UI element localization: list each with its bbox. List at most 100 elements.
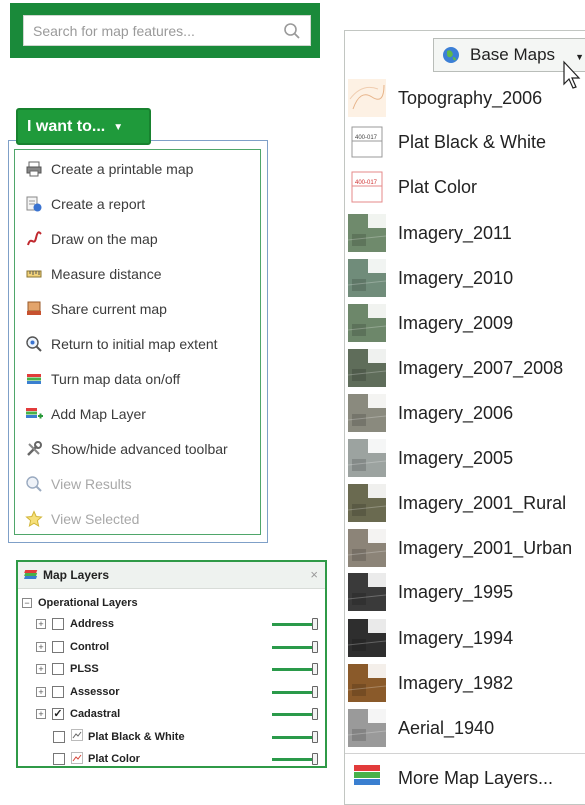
- base-map-item[interactable]: Imagery_2005: [345, 438, 585, 478]
- layer-row[interactable]: Plat Black & White: [53, 729, 185, 745]
- menu-item[interactable]: Draw on the map: [25, 228, 158, 250]
- operational-layers-group[interactable]: − Operational Layers: [22, 595, 138, 611]
- opacity-slider[interactable]: [272, 685, 318, 698]
- base-map-label: Imagery_2006: [398, 402, 514, 423]
- slider-track: [272, 668, 314, 671]
- draw-icon: [25, 230, 43, 248]
- layer-row[interactable]: + PLSS: [36, 661, 99, 677]
- base-map-item[interactable]: Imagery_2001_Urban: [345, 528, 585, 568]
- base-map-thumbnail: [347, 709, 387, 747]
- base-map-thumbnail: [348, 79, 386, 117]
- layer-checkbox[interactable]: [53, 753, 65, 765]
- slider-handle[interactable]: [312, 618, 318, 630]
- close-icon[interactable]: ×: [310, 567, 318, 582]
- menu-item[interactable]: Create a printable map: [25, 158, 193, 180]
- base-map-item[interactable]: Aerial_1940: [345, 708, 585, 748]
- base-map-item[interactable]: 400-017 Plat Black & White: [345, 122, 585, 162]
- base-map-thumbnail: 400-017: [348, 168, 386, 206]
- slider-track: [272, 645, 314, 649]
- menu-item-label: Create a report: [51, 196, 146, 212]
- slider-track: [272, 690, 314, 694]
- base-map-label: Imagery_2011: [398, 222, 512, 243]
- base-map-label: Imagery_2001_Urban: [398, 537, 573, 558]
- base-map-thumbnail: 400-017: [348, 123, 386, 161]
- menu-item-label: Turn map data on/off: [51, 371, 181, 387]
- menu-item[interactable]: View Selected: [25, 508, 139, 530]
- base-map-label: Topography_2006: [398, 87, 543, 108]
- base-map-item[interactable]: Imagery_2001_Rural: [345, 483, 585, 523]
- opacity-slider[interactable]: [272, 618, 318, 630]
- opacity-slider[interactable]: [272, 708, 318, 720]
- menu-item-label: Draw on the map: [51, 231, 158, 247]
- slider-handle[interactable]: [312, 685, 318, 698]
- i-want-to-button[interactable]: I want to... ▼: [16, 108, 151, 145]
- layer-row[interactable]: + Assessor: [36, 684, 120, 700]
- layer-checkbox[interactable]: ✓: [52, 708, 64, 720]
- base-map-thumbnail: [347, 394, 387, 432]
- layers-icon: [348, 759, 386, 797]
- base-map-label: Imagery_2007_2008: [398, 357, 564, 378]
- opacity-slider[interactable]: [272, 663, 318, 675]
- slider-handle[interactable]: [312, 663, 318, 675]
- base-map-thumbnail: [347, 529, 387, 567]
- opacity-slider[interactable]: [272, 640, 318, 653]
- layer-row[interactable]: + Address: [36, 616, 114, 632]
- expand-icon[interactable]: +: [36, 686, 46, 697]
- base-map-item[interactable]: Topography_2006: [345, 78, 585, 118]
- menu-item[interactable]: Measure distance: [25, 263, 162, 285]
- base-map-thumbnail: [347, 259, 387, 297]
- base-map-item[interactable]: Imagery_2007_2008: [345, 348, 585, 388]
- more-map-layers-label: More Map Layers...: [398, 767, 554, 788]
- layer-checkbox[interactable]: [53, 730, 65, 743]
- base-map-item[interactable]: Imagery_2011: [345, 213, 585, 253]
- layer-checkbox[interactable]: [52, 663, 64, 675]
- layer-row[interactable]: + Control: [36, 639, 109, 655]
- expand-icon[interactable]: +: [36, 664, 46, 674]
- menu-item[interactable]: Create a report: [25, 193, 145, 215]
- chevron-down-icon: ▼: [113, 122, 124, 133]
- slider-handle[interactable]: [312, 753, 318, 765]
- menu-item[interactable]: Turn map data on/off: [25, 368, 180, 390]
- collapse-icon[interactable]: −: [22, 598, 32, 608]
- layer-checkbox[interactable]: [52, 618, 64, 630]
- base-map-item[interactable]: Imagery_1982: [345, 663, 585, 703]
- layer-checkbox[interactable]: [52, 685, 64, 698]
- opacity-slider[interactable]: [272, 730, 318, 743]
- menu-item[interactable]: Show/hide advanced toolbar: [25, 438, 228, 460]
- menu-item[interactable]: Share current map: [25, 298, 167, 320]
- opacity-slider[interactable]: [272, 753, 318, 765]
- layer-row[interactable]: + ✓ Cadastral: [36, 706, 120, 722]
- base-map-item[interactable]: Imagery_2006: [345, 393, 585, 433]
- slider-handle[interactable]: [312, 730, 318, 743]
- i-want-to-menu: Create a printable map Create a report Dra…: [8, 140, 268, 543]
- expand-icon[interactable]: +: [36, 709, 46, 719]
- slider-handle[interactable]: [312, 708, 318, 720]
- slider-handle[interactable]: [312, 640, 318, 653]
- menu-item[interactable]: Return to initial map extent: [25, 333, 218, 355]
- base-map-thumbnail: [347, 349, 387, 387]
- more-map-layers-item[interactable]: More Map Layers...: [345, 758, 585, 798]
- layer-label: Assessor: [70, 685, 120, 698]
- base-map-item[interactable]: Imagery_1995: [345, 572, 585, 612]
- expand-icon[interactable]: +: [36, 619, 46, 629]
- base-map-item[interactable]: 400-017 Plat Color: [345, 167, 585, 207]
- menu-item[interactable]: View Results: [25, 473, 132, 495]
- layer-label: Plat Color: [88, 753, 140, 765]
- base-map-item[interactable]: Imagery_2010: [345, 258, 585, 298]
- layer-checkbox[interactable]: [52, 640, 64, 653]
- report-icon: [25, 195, 43, 213]
- layer-row[interactable]: Plat Color: [53, 751, 140, 767]
- divider: [345, 753, 585, 754]
- menu-item-label: Add Map Layer: [51, 406, 146, 422]
- expand-icon[interactable]: +: [36, 641, 46, 652]
- base-map-thumbnail: [347, 484, 387, 522]
- map-layers-panel: Map Layers × − Operational Layers + Addre…: [16, 560, 327, 768]
- search-input[interactable]: [24, 16, 274, 45]
- menu-item-label: View Results: [51, 476, 132, 492]
- layer-label: PLSS: [70, 663, 99, 675]
- search-icon[interactable]: [283, 22, 301, 40]
- base-map-item[interactable]: Imagery_2009: [345, 303, 585, 343]
- menu-item[interactable]: Add Map Layer: [25, 403, 146, 425]
- base-map-item[interactable]: Imagery_1994: [345, 618, 585, 658]
- layer-thumbnail-icon: [71, 751, 88, 767]
